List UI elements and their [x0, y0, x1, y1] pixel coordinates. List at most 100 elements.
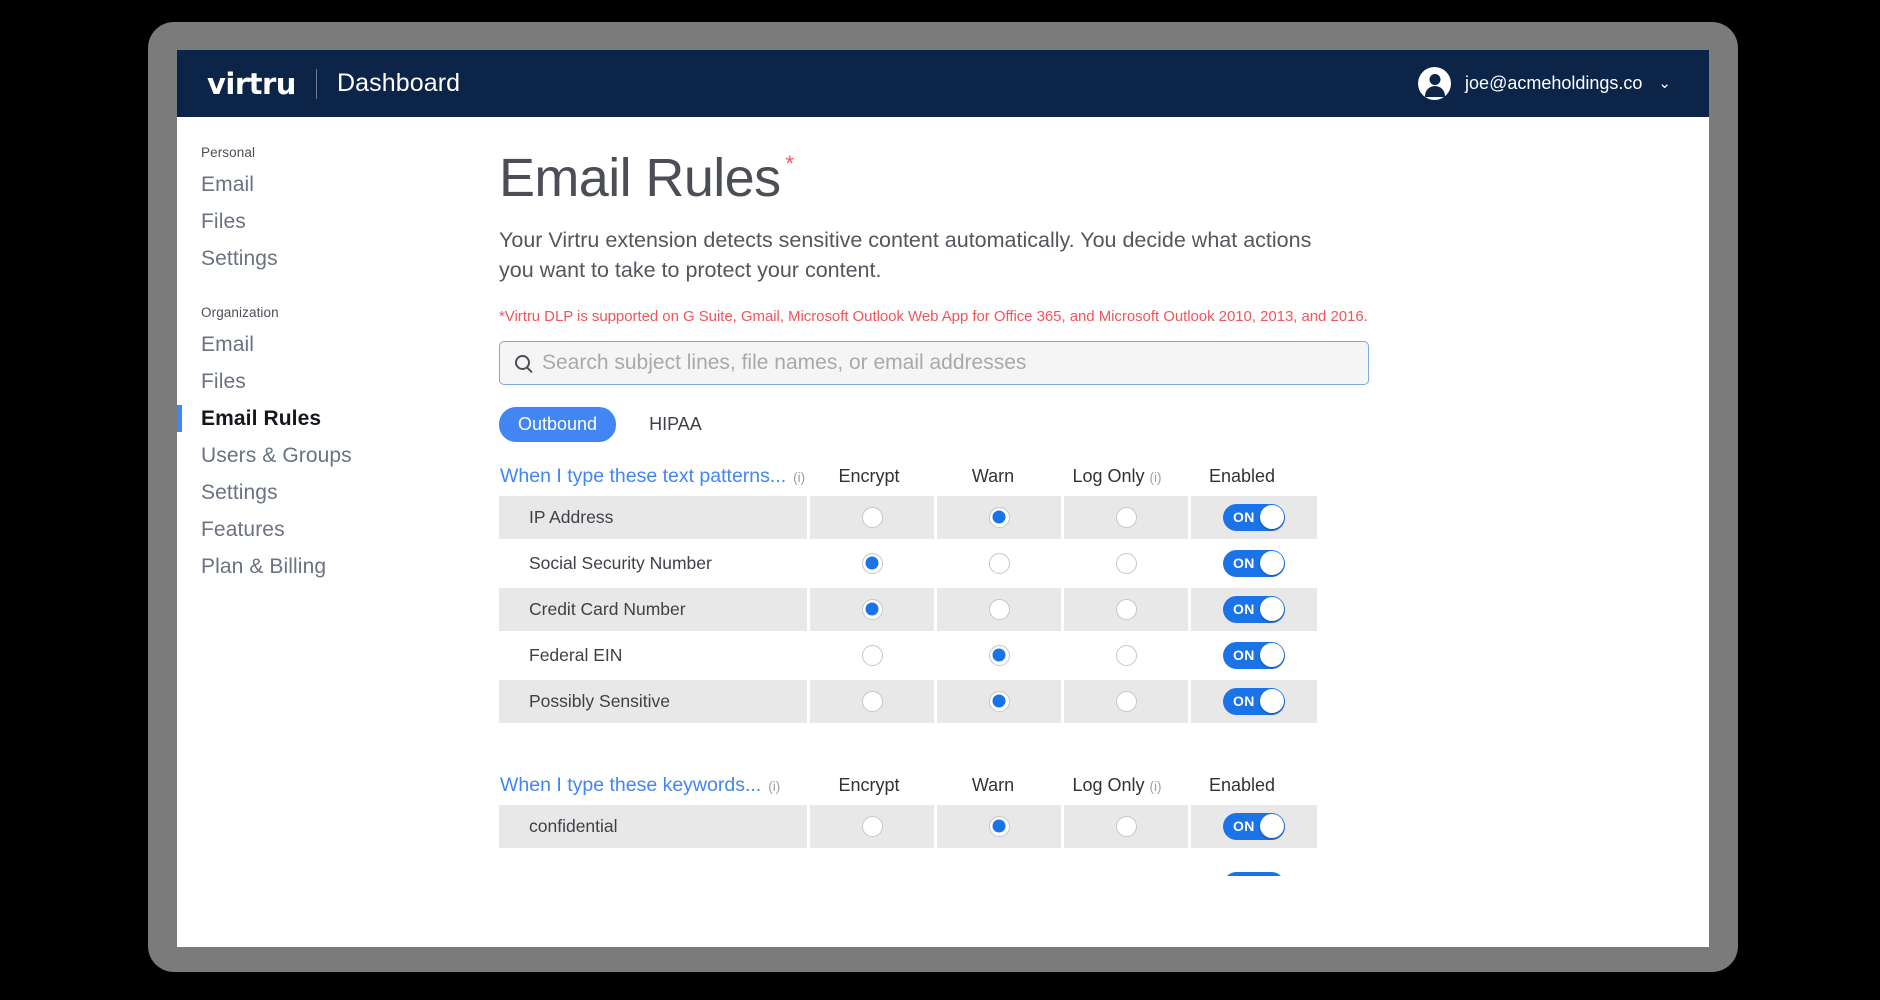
sidebar-group-personal: Personal Email Files Settings [177, 145, 420, 277]
sidebar-item-settings[interactable]: Settings [177, 474, 420, 511]
cell-log-only[interactable] [1064, 804, 1188, 848]
cell-enabled[interactable]: ON [1191, 804, 1317, 848]
cell-log-only[interactable] [1064, 587, 1188, 631]
column-header-label: Encrypt [838, 775, 900, 796]
cell-enabled[interactable]: ON [1191, 541, 1317, 585]
sidebar-heading-personal: Personal [201, 145, 256, 160]
cell-warn[interactable] [937, 541, 1061, 585]
enabled-toggle[interactable] [1223, 871, 1285, 876]
cell-log-only[interactable] [1064, 495, 1188, 539]
tab-outbound[interactable]: Outbound [499, 406, 617, 442]
sidebar-item-email-rules[interactable]: Email Rules [177, 400, 420, 437]
column-header-encrypt: Encrypt [807, 466, 931, 487]
rules-table-1: When I type these text patterns... (i) Enc… [499, 458, 1317, 723]
enabled-toggle[interactable]: ON [1223, 641, 1285, 669]
info-icon[interactable]: (i) [1150, 470, 1162, 485]
column-header-pattern[interactable]: When I type these keywords... (i) [499, 774, 807, 797]
user-menu[interactable]: joe@acmeholdings.co ⌄ [1418, 67, 1671, 100]
enabled-toggle[interactable]: ON [1223, 503, 1285, 531]
toggle-knob [1259, 597, 1284, 622]
page-title-asterisk: * [785, 151, 795, 176]
radio-encrypt[interactable] [861, 815, 883, 837]
page-description: Your Virtru extension detects sensitive … [499, 227, 1312, 283]
rule-name-cell: confidential [499, 804, 807, 848]
cell-warn[interactable] [937, 495, 1061, 539]
cell-encrypt[interactable] [810, 587, 934, 631]
toggle-label: ON [1233, 509, 1255, 526]
toggle-knob [1259, 505, 1284, 530]
radio-log-only[interactable] [1115, 506, 1137, 528]
column-header-label: Warn [971, 775, 1015, 796]
radio-log-only[interactable] [1115, 552, 1137, 574]
radio-warn[interactable] [988, 598, 1010, 620]
cell-enabled[interactable]: ON [1191, 587, 1317, 631]
sidebar-item-files[interactable]: Files [177, 363, 420, 400]
top-navigation-bar: virtru Dashboard joe@acmeholdings.co ⌄ [177, 50, 1709, 117]
info-icon[interactable]: (i) [1150, 779, 1162, 794]
cell-enabled[interactable]: ON [1191, 679, 1317, 723]
sidebar-item-settings[interactable]: Settings [177, 240, 420, 277]
cell-warn[interactable] [937, 804, 1061, 848]
radio-encrypt[interactable] [861, 690, 883, 712]
search-input[interactable] [542, 350, 1361, 375]
cell-log-only[interactable] [1064, 541, 1188, 585]
enabled-toggle[interactable]: ON [1223, 549, 1285, 577]
cell-warn[interactable] [937, 587, 1061, 631]
enabled-toggle[interactable]: ON [1223, 812, 1285, 840]
enabled-toggle[interactable]: ON [1223, 687, 1285, 715]
cell-warn[interactable] [937, 633, 1061, 677]
rule-name-cell: Credit Card Number [499, 587, 807, 631]
app-viewport: virtru Dashboard joe@acmeholdings.co ⌄ P… [177, 50, 1709, 947]
cell-partial [810, 863, 934, 876]
radio-encrypt[interactable] [861, 552, 883, 574]
toggle-knob [1259, 814, 1284, 839]
radio-log-only[interactable] [1115, 815, 1137, 837]
cell-enabled[interactable]: ON [1191, 495, 1317, 539]
cell-warn[interactable] [937, 679, 1061, 723]
radio-log-only[interactable] [1115, 598, 1137, 620]
sidebar-item-email[interactable]: Email [177, 166, 420, 203]
rule-name-cell: Federal EIN [499, 633, 807, 677]
enabled-toggle[interactable]: ON [1223, 595, 1285, 623]
column-header-label: Encrypt [838, 466, 900, 487]
search-bar[interactable] [499, 340, 1369, 385]
cell-encrypt[interactable] [810, 633, 934, 677]
cell-log-only[interactable] [1064, 633, 1188, 677]
column-header-enabled: Enabled [1208, 775, 1276, 796]
tab-hipaa[interactable]: HIPAA [630, 407, 721, 442]
sidebar-item-files[interactable]: Files [177, 203, 420, 240]
sidebar-item-plan-billing[interactable]: Plan & Billing [177, 548, 420, 585]
cell-log-only[interactable] [1064, 679, 1188, 723]
cell-encrypt[interactable] [810, 495, 934, 539]
radio-log-only[interactable] [1115, 690, 1137, 712]
cell-encrypt[interactable] [810, 804, 934, 848]
cell-enabled[interactable]: ON [1191, 633, 1317, 677]
radio-warn[interactable] [988, 690, 1010, 712]
radio-encrypt[interactable] [861, 644, 883, 666]
info-icon[interactable]: (i) [793, 470, 805, 485]
column-header-log-only: Log Only (i) [1055, 775, 1179, 796]
radio-warn[interactable] [988, 644, 1010, 666]
radio-warn[interactable] [988, 506, 1010, 528]
cell-encrypt[interactable] [810, 679, 934, 723]
column-header-label: Log Only [1072, 775, 1145, 796]
user-email-label: joe@acmeholdings.co [1465, 73, 1643, 93]
sidebar-item-email[interactable]: Email [177, 326, 420, 363]
cell-encrypt[interactable] [810, 541, 934, 585]
toggle-label: ON [1233, 601, 1255, 618]
info-icon[interactable]: (i) [768, 779, 780, 794]
chevron-down-icon[interactable]: ⌄ [1658, 76, 1671, 91]
column-header-pattern[interactable]: When I type these text patterns... (i) [499, 465, 807, 488]
dashboard-label: Dashboard [336, 69, 461, 97]
radio-encrypt[interactable] [861, 598, 883, 620]
table-row: IP Address ON [499, 495, 1317, 539]
radio-warn[interactable] [988, 552, 1010, 574]
sidebar-item-users-groups[interactable]: Users & Groups [177, 437, 420, 474]
brand-divider [315, 68, 317, 99]
radio-log-only[interactable] [1115, 644, 1137, 666]
cell-partial [499, 863, 807, 876]
radio-encrypt[interactable] [861, 506, 883, 528]
sidebar-item-features[interactable]: Features [177, 511, 420, 548]
toggle-label: ON [1233, 647, 1255, 664]
radio-warn[interactable] [988, 815, 1010, 837]
